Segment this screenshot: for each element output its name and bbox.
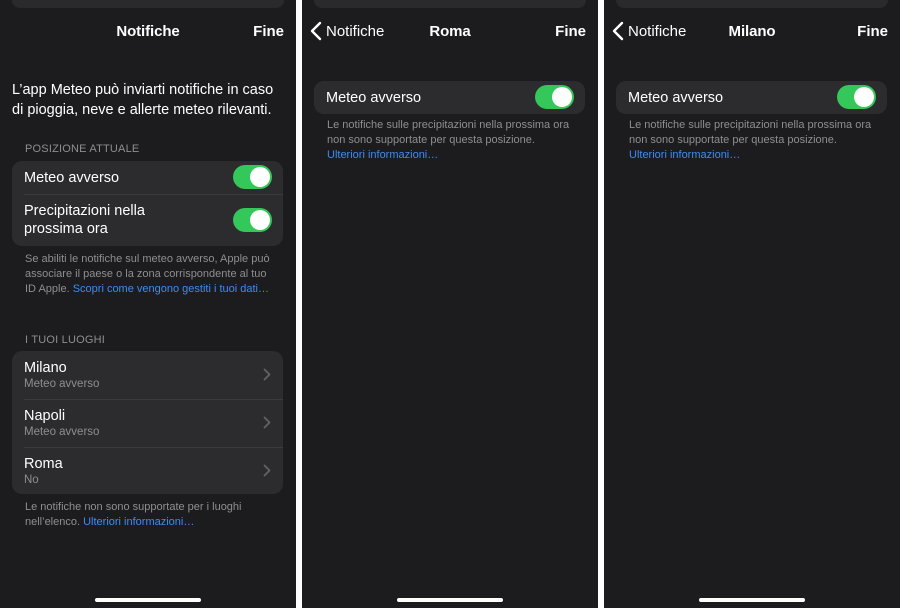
data-management-link[interactable]: Scopri come vengono gestiti i tuoi dati… <box>73 283 269 295</box>
place-status: No <box>24 474 39 486</box>
row-next-hour-precipitation[interactable]: Precipitazioni nella prossima ora <box>12 194 283 246</box>
row-severe-weather[interactable]: Meteo avverso <box>616 81 887 114</box>
sheet-top-edge <box>616 0 888 8</box>
roma-notifications-screen: Notifiche Roma Fine Meteo avverso Le not… <box>302 0 598 608</box>
toggle-knob <box>552 87 572 107</box>
row-label: Precipitazioni nella prossima ora <box>24 203 145 237</box>
done-button[interactable]: Fine <box>857 23 888 40</box>
done-button[interactable]: Fine <box>253 23 284 40</box>
list-item-napoli[interactable]: Napoli Meteo avverso <box>12 399 283 447</box>
section-header-current-location: POSIZIONE ATTUALE <box>25 143 140 155</box>
section-header-your-places: I TUOI LUOGHI <box>25 334 106 346</box>
toggle-knob <box>250 167 270 187</box>
sheet-top-edge <box>12 0 284 8</box>
place-status: Meteo avverso <box>24 426 100 438</box>
place-name: Milano <box>24 360 67 376</box>
toggle-knob <box>250 210 270 230</box>
nav-bar: Notifiche Roma Fine <box>302 18 598 46</box>
settings-group: Meteo avverso <box>616 81 887 114</box>
more-info-link[interactable]: Ulteriori informazioni… <box>327 148 577 163</box>
severe-weather-toggle[interactable] <box>233 165 272 189</box>
notifications-screen: Notifiche Fine L’app Meteo può inviarti … <box>0 0 296 608</box>
more-info-link[interactable]: Ulteriori informazioni… <box>83 516 194 528</box>
chevron-right-icon <box>263 464 271 477</box>
footnote-text: Le notifiche sulle precipitazioni nella … <box>327 119 570 146</box>
next-hour-precipitation-toggle[interactable] <box>233 208 272 232</box>
privacy-footnote: Se abiliti le notifiche sul meteo avvers… <box>25 252 275 297</box>
place-name: Roma <box>24 456 63 472</box>
intro-text: L’app Meteo può inviarti notifiche in ca… <box>12 82 274 118</box>
nav-bar: Notifiche Milano Fine <box>604 18 900 46</box>
severe-weather-toggle[interactable] <box>837 85 876 109</box>
severe-weather-toggle[interactable] <box>535 85 574 109</box>
current-location-group: Meteo avverso Precipitazioni nella pross… <box>12 161 283 246</box>
page-title: Roma <box>429 23 471 40</box>
precipitation-footnote: Le notifiche sulle precipitazioni nella … <box>327 118 577 163</box>
sheet-top-edge <box>314 0 586 8</box>
footnote-text: Le notifiche sulle precipitazioni nella … <box>629 119 872 146</box>
toggle-knob <box>854 87 874 107</box>
home-indicator[interactable] <box>95 598 201 602</box>
more-info-link[interactable]: Ulteriori informazioni… <box>629 148 879 163</box>
row-label: Meteo avverso <box>24 170 120 186</box>
row-severe-weather[interactable]: Meteo avverso <box>12 161 283 194</box>
chevron-right-icon <box>263 368 271 381</box>
page-title: Milano <box>728 23 776 40</box>
row-label: Meteo avverso <box>326 90 422 106</box>
precipitation-footnote: Le notifiche sulle precipitazioni nella … <box>629 118 879 163</box>
home-indicator[interactable] <box>397 598 503 602</box>
list-item-milano[interactable]: Milano Meteo avverso <box>12 351 283 399</box>
settings-group: Meteo avverso <box>314 81 585 114</box>
page-title: Notifiche <box>116 23 180 40</box>
places-footnote: Le notifiche non sono supportate per i l… <box>25 500 275 530</box>
place-status: Meteo avverso <box>24 378 100 390</box>
row-label: Meteo avverso <box>628 90 724 106</box>
nav-bar: Notifiche Fine <box>0 18 296 46</box>
row-severe-weather[interactable]: Meteo avverso <box>314 81 585 114</box>
places-list: Milano Meteo avverso Napoli Meteo avvers… <box>12 351 283 494</box>
done-button[interactable]: Fine <box>555 23 586 40</box>
chevron-right-icon <box>263 416 271 429</box>
milano-notifications-screen: Notifiche Milano Fine Meteo avverso Le n… <box>604 0 900 608</box>
home-indicator[interactable] <box>699 598 805 602</box>
place-name: Napoli <box>24 408 66 424</box>
list-item-roma[interactable]: Roma No <box>12 447 283 494</box>
